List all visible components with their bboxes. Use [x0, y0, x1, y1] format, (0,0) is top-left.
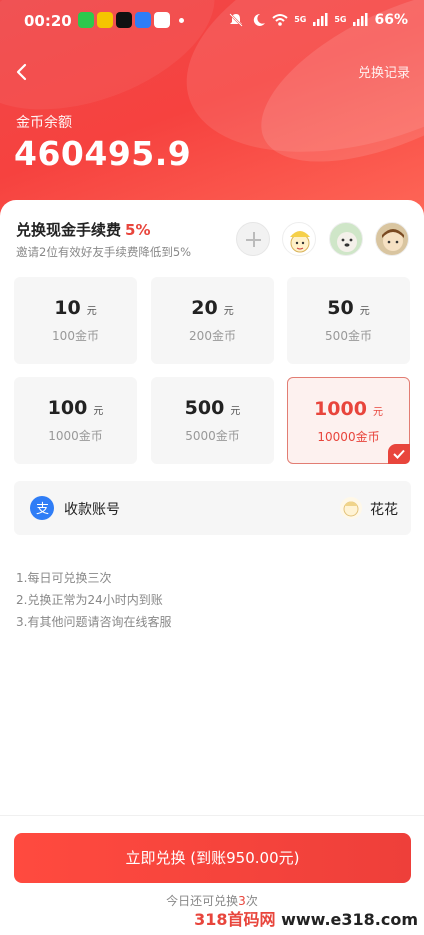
fee-subtitle: 邀请2位有效好友手续费降低到5%: [16, 245, 192, 259]
fee-title-text: 兑换现金手续费: [16, 221, 122, 239]
exchange-option-1000[interactable]: 1000 元 10000金币: [287, 377, 410, 464]
notification-icons: [78, 12, 184, 28]
option-unit: 元: [93, 406, 104, 417]
exchange-option-50[interactable]: 50 元 500金币: [287, 277, 410, 364]
option-amount-value: 1000: [314, 398, 367, 420]
option-unit: 元: [359, 306, 370, 317]
account-name: 花花: [370, 502, 398, 518]
fee-title: 兑换现金手续费 5%: [16, 219, 150, 240]
signal-label: 5G: [294, 15, 307, 24]
exchange-rules: 1.每日可兑换三次 2.兑换正常为24小时内到账 3.有其他问题请咨询在线客服: [16, 567, 171, 633]
status-right: 5G 5G 66%: [228, 12, 408, 28]
option-amount: 50 元: [287, 297, 410, 319]
alipay-icon: 支: [30, 496, 54, 520]
exchange-option-100[interactable]: 100 元 1000金币: [14, 377, 137, 464]
invite-friend-button[interactable]: [236, 222, 270, 256]
option-coins: 5000金币: [185, 429, 240, 443]
exchange-option-500[interactable]: 500 元 5000金币: [151, 377, 274, 464]
avatar[interactable]: [375, 222, 409, 256]
payout-account-row[interactable]: 支 收款账号 花花: [14, 481, 411, 535]
rule-item: 2.兑换正常为24小时内到账: [16, 593, 163, 607]
option-coins: 100金币: [52, 329, 99, 343]
app-icon: [97, 12, 113, 28]
app-icon: [154, 12, 170, 28]
option-amount: 100 元: [14, 397, 137, 419]
mute-icon: [229, 13, 243, 27]
option-unit: 元: [230, 406, 241, 417]
exchange-now-button[interactable]: 立即兑换 (到账950.00元): [14, 833, 411, 883]
option-amount: 20 元: [151, 297, 274, 319]
tiktok-icon: [116, 12, 132, 28]
account-label: 收款账号: [64, 502, 120, 518]
avatar[interactable]: [329, 222, 363, 256]
rule-item: 1.每日可兑换三次: [16, 571, 112, 585]
option-amount: 10 元: [14, 297, 137, 319]
option-amount-value: 500: [184, 397, 225, 419]
exchange-option-10[interactable]: 10 元 100金币: [14, 277, 137, 364]
account-avatar: [340, 497, 362, 519]
watermark: 318首码网 www.e318.com: [194, 906, 418, 930]
option-amount-value: 100: [47, 397, 88, 419]
balance-value[interactable]: 460495.9: [14, 134, 191, 173]
status-time: 00:20: [24, 12, 72, 30]
chevron-right-icon[interactable]: [183, 148, 189, 156]
watermark-brand: 318首码网: [194, 910, 276, 929]
signal-icon: [313, 13, 328, 26]
status-bar: 00:20 5G 5G 66%: [0, 0, 424, 40]
moon-icon: [254, 13, 266, 26]
option-coins: 200金币: [189, 329, 236, 343]
exchange-option-20[interactable]: 20 元 200金币: [151, 277, 274, 364]
watermark-url: www.e318.com: [275, 910, 418, 929]
signal-label: 5G: [334, 15, 347, 24]
rule-item: 3.有其他问题请咨询在线客服: [16, 615, 172, 629]
avatar[interactable]: [282, 222, 316, 256]
option-amount-value: 50: [327, 297, 354, 319]
selected-check-icon: [388, 444, 410, 464]
option-unit: 元: [86, 306, 97, 317]
svg-text:支: 支: [36, 502, 49, 517]
option-amount: 1000 元: [288, 398, 409, 420]
option-amount-value: 10: [54, 297, 81, 319]
wifi-icon: [272, 14, 288, 26]
option-amount: 500 元: [151, 397, 274, 419]
wechat-icon: [78, 12, 94, 28]
option-unit: 元: [223, 306, 234, 317]
back-arrow-icon[interactable]: [8, 58, 36, 86]
battery-level: 66%: [374, 12, 408, 28]
option-unit: 元: [372, 407, 383, 418]
fee-percent: 5%: [125, 221, 151, 239]
option-amount-value: 20: [191, 297, 218, 319]
signal-icon: [353, 13, 368, 26]
option-coins: 500金币: [325, 329, 372, 343]
option-coins: 1000金币: [48, 429, 103, 443]
more-dot-icon: [179, 17, 184, 23]
balance-label: 金币余额: [16, 115, 72, 131]
app-icon: [135, 12, 151, 28]
exchange-records-link[interactable]: 兑换记录: [358, 62, 410, 81]
option-coins: 10000金币: [317, 430, 380, 444]
